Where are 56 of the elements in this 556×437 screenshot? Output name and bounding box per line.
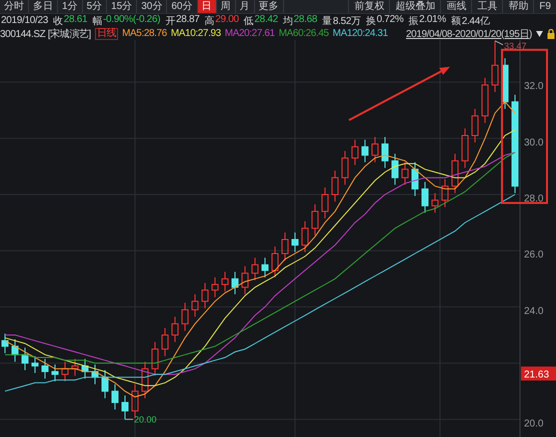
quote-value: 0.72% <box>376 14 404 26</box>
quote-label: 低 <box>244 14 254 28</box>
quote-label: 开 <box>165 16 175 28</box>
quote-label: 量 <box>322 14 332 28</box>
quote-value: 2.44亿 <box>462 14 490 28</box>
toolbar-button[interactable]: 工具 <box>471 0 502 13</box>
axis-label: 30.0 <box>524 137 544 148</box>
quote-value: 2.01% <box>419 14 446 26</box>
period-label: 日线 <box>94 28 118 40</box>
annotation: 33.47 <box>504 40 527 51</box>
quote-value: 8.52万 <box>332 14 361 28</box>
period-tab[interactable]: 更多 <box>254 0 284 13</box>
toolbar-button[interactable]: 帮助 <box>502 0 534 13</box>
axis-label: 26.0 <box>524 250 544 261</box>
date-range-link[interactable]: 2019/04/08-2020/01/20(195日) <box>406 26 532 40</box>
ma-legend: MA120:24.31 <box>332 28 388 39</box>
toolbar-button[interactable]: 画线 <box>440 0 472 13</box>
last-price-tag: 21.63 <box>521 366 556 381</box>
period-tab[interactable]: 周 <box>216 0 236 13</box>
period-tab[interactable]: 5分 <box>82 0 108 13</box>
period-tab[interactable]: 日 <box>198 0 216 13</box>
toolbar-button[interactable]: 超级叠加 <box>389 0 440 13</box>
quote-value: 29.00 <box>215 14 239 26</box>
period-tab[interactable]: 分时 <box>0 0 29 13</box>
quote-date: 2019/10/23 <box>1 15 48 26</box>
dropdown-icon[interactable] <box>536 30 543 36</box>
quote-value: 28.87 <box>176 14 200 24</box>
period-tab[interactable]: 30分 <box>137 0 168 13</box>
axis-label: 32.0 <box>524 81 544 92</box>
quote-value: 28.42 <box>254 14 278 26</box>
ma-legend: MA5:28.76 <box>122 28 167 39</box>
period-tab[interactable]: 月 <box>236 0 254 13</box>
quote-label: 额 <box>450 14 461 28</box>
ma-legend: MA60:26.45 <box>278 28 329 39</box>
quote-label: 换 <box>366 14 376 28</box>
axis-label: 24.0 <box>524 306 544 317</box>
quote-value: 28.61 <box>64 14 88 26</box>
annotation: 20.00 <box>134 414 157 424</box>
quote-label: 高 <box>204 14 214 28</box>
axis-label: 28.0 <box>524 194 544 205</box>
ma-legend: MA20:27.61 <box>224 28 275 39</box>
toolbar-button[interactable]: 前复权 <box>348 0 390 13</box>
quote-value: 28.68 <box>294 14 318 26</box>
toolbar-button[interactable]: F9 <box>533 0 556 13</box>
axis-label: 20.0 <box>524 418 544 430</box>
quote-label: 均 <box>282 14 293 28</box>
quote-value: -0.90%(-0.26) <box>103 14 160 26</box>
stock-symbol: 300144.SZ [宋城演艺] <box>0 28 91 40</box>
period-tab[interactable]: 15分 <box>107 0 138 13</box>
quote-label: 振 <box>408 14 418 28</box>
quote-label: 收 <box>53 14 63 28</box>
quote-label: 幅 <box>92 14 102 28</box>
ma-legend: MA10:27.93 <box>170 28 221 39</box>
period-tab[interactable]: 多日 <box>29 0 58 13</box>
lock-icon[interactable] <box>547 28 555 38</box>
period-tab[interactable]: 1分 <box>58 0 83 13</box>
